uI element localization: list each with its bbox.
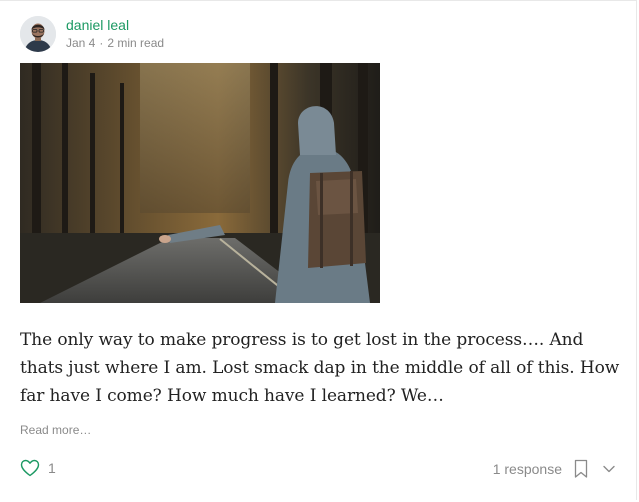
avatar-image: [20, 16, 56, 52]
chevron-down-icon[interactable]: [602, 464, 616, 474]
meta-separator: ·: [99, 36, 104, 50]
author-meta: daniel leal Jan 4 · 2 min read: [66, 17, 164, 51]
author-block: daniel leal Jan 4 · 2 min read: [20, 16, 164, 52]
post-hero-image[interactable]: [20, 63, 380, 303]
clap-section: 1: [20, 459, 56, 477]
post-excerpt[interactable]: The only way to make progress is to get …: [20, 326, 620, 410]
post-card: daniel leal Jan 4 · 2 min read The only …: [0, 0, 637, 500]
author-name-link[interactable]: daniel leal: [66, 17, 164, 34]
clap-count: 1: [48, 460, 56, 476]
bookmark-icon[interactable]: [574, 459, 588, 479]
responses-link[interactable]: 1 response: [493, 461, 562, 477]
read-more-link[interactable]: Read more…: [20, 423, 91, 437]
hero-photo: [20, 63, 380, 303]
avatar[interactable]: [20, 16, 56, 52]
post-meta: Jan 4 · 2 min read: [66, 35, 164, 51]
post-actions: 1 response: [493, 459, 616, 479]
post-date: Jan 4: [66, 36, 96, 50]
read-time: 2 min read: [107, 36, 165, 50]
heart-icon[interactable]: [20, 459, 40, 477]
